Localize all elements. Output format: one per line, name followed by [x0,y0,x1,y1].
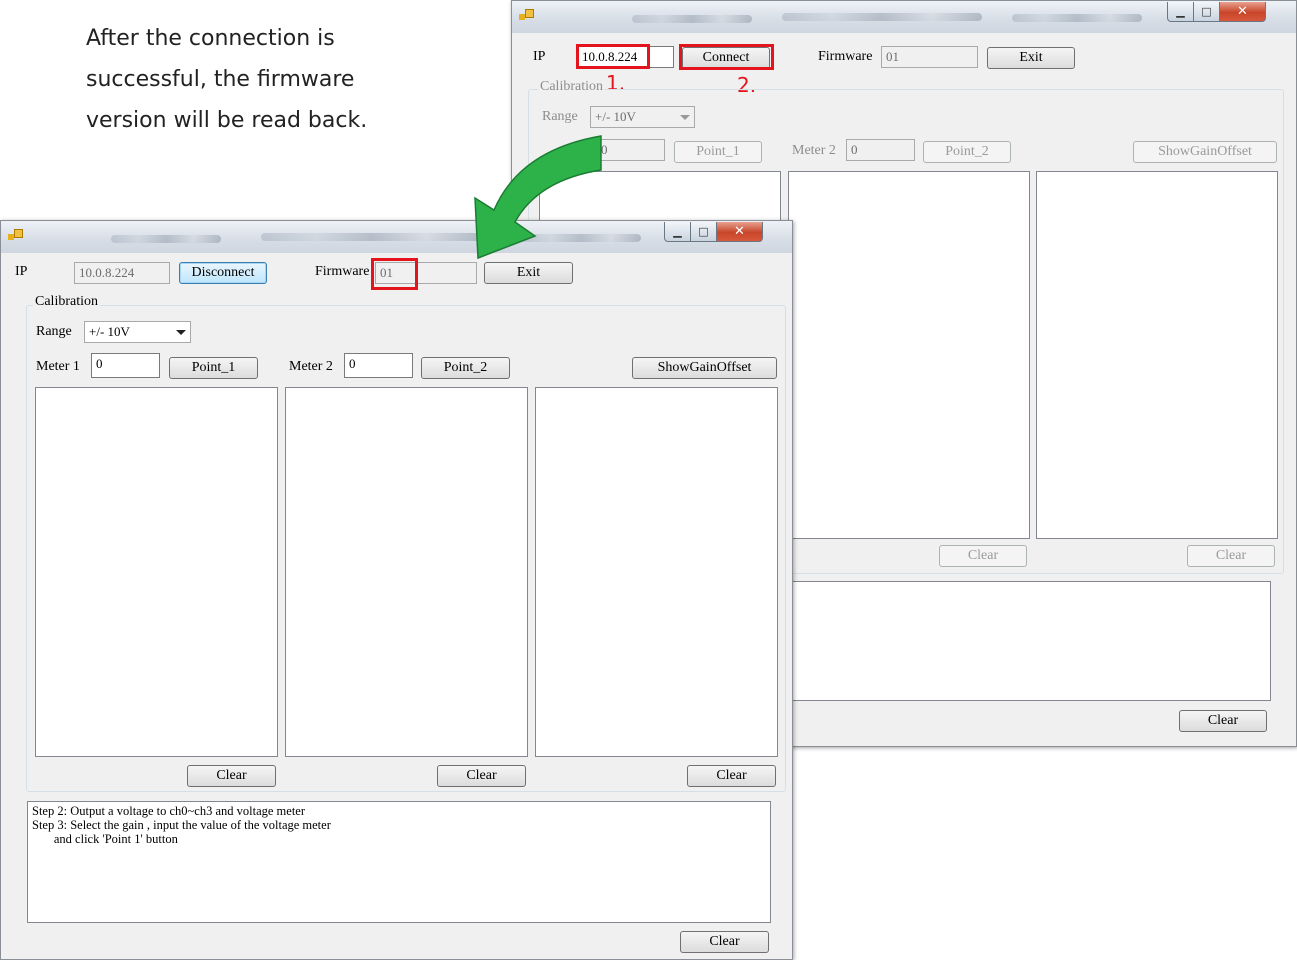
clear-button-panel-3[interactable]: Clear [1187,545,1275,567]
range-label: Range [542,109,578,124]
front-titlebar: ▁ □ ✕ [1,221,792,253]
dropdown-arrow-icon [680,115,690,120]
show-gain-offset-button[interactable]: ShowGainOffset [632,357,777,379]
range-value: +/- 10V [89,324,130,339]
ip-input[interactable]: 10.0.8.224 [74,262,170,284]
meter2-input[interactable]: 0 [344,353,413,378]
point1-button[interactable]: Point_1 [674,141,762,163]
minimize-icon[interactable]: ▁ [1167,2,1194,22]
maximize-icon[interactable]: □ [1194,2,1220,22]
highlight-ip [576,44,650,69]
exit-button[interactable]: Exit [484,262,573,284]
point1-button[interactable]: Point_1 [169,357,258,379]
show-gain-offset-button[interactable]: ShowGainOffset [1133,141,1277,163]
meter2-label: Meter 2 [792,143,836,158]
range-label: Range [36,324,72,339]
log-area: Step 2: Output a voltage to ch0~ch3 and … [27,801,771,923]
clear-log-button[interactable]: Clear [1179,710,1267,732]
meter1-input[interactable]: 0 [596,139,665,161]
caption-line-3: version will be read back. [86,108,368,133]
clear-button-panel-3[interactable]: Clear [687,765,776,787]
firmware-field: 01 [881,46,978,68]
minimize-icon[interactable]: ▁ [664,222,691,242]
channel-panel-2 [285,387,528,757]
back-titlebar: ▁ □ ✕ [512,1,1296,33]
range-select[interactable]: +/- 10V [84,321,191,343]
caption-line-1: After the connection is [86,26,335,51]
channel-panel-2 [788,171,1030,539]
ip-label: IP [533,49,546,64]
firmware-label: Firmware [818,49,873,64]
highlight-connect [679,44,774,70]
log-area [789,581,1271,701]
meter2-input[interactable]: 0 [846,139,915,161]
clear-button-panel-2[interactable]: Clear [939,545,1027,567]
firmware-label: Firmware [315,264,370,279]
clear-button-panel-1[interactable]: Clear [187,765,276,787]
instruction-caption: After the connection is successful, the … [86,18,446,141]
dropdown-arrow-icon [176,330,186,335]
close-icon[interactable]: ✕ [717,222,763,242]
exit-button[interactable]: Exit [987,47,1075,69]
range-select[interactable]: +/- 10V [590,106,695,128]
range-value: +/- 10V [595,109,636,124]
channel-panel-3 [535,387,778,757]
app-icon [519,9,534,23]
calibration-title: Calibration [538,79,605,95]
calibration-title: Calibration [33,294,100,310]
log-line: Step 2: Output a voltage to ch0~ch3 and … [32,804,306,818]
clear-log-button[interactable]: Clear [680,931,769,953]
app-icon [8,229,23,243]
front-window: ▁ □ ✕ IP 10.0.8.224 Disconnect Firmware … [0,220,793,960]
maximize-icon[interactable]: □ [691,222,717,242]
log-line: Step 3: Select the gain , input the valu… [32,818,331,832]
clear-button-panel-2[interactable]: Clear [437,765,526,787]
log-line: and click 'Point 1' button [32,832,178,846]
point2-button[interactable]: Point_2 [923,141,1011,163]
caption-line-2: successful, the firmware [86,67,355,92]
disconnect-button[interactable]: Disconnect [179,262,267,284]
channel-panel-3 [1036,171,1278,539]
meter2-label: Meter 2 [289,359,333,374]
channel-panel-1 [35,387,278,757]
meter1-input[interactable]: 0 [91,353,160,378]
highlight-firmware [371,258,418,290]
close-icon[interactable]: ✕ [1220,2,1266,22]
point2-button[interactable]: Point_2 [421,357,510,379]
meter1-label: Meter 1 [36,359,80,374]
ip-label: IP [15,264,28,279]
